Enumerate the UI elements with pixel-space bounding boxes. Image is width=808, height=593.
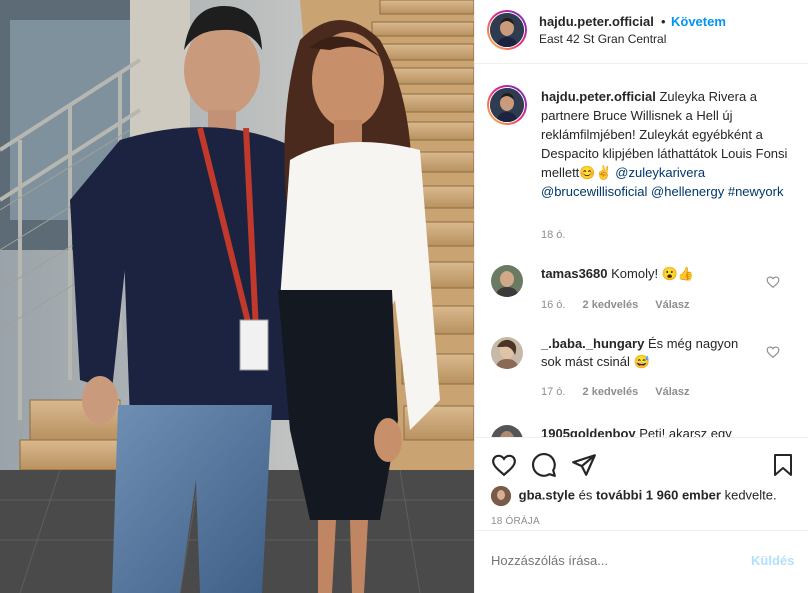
separator-dot: •	[661, 14, 666, 29]
comment-username[interactable]: tamas3680	[541, 266, 608, 281]
comment-likes[interactable]: 2 kedvelés	[583, 386, 639, 398]
header-username[interactable]: hajdu.peter.official	[539, 14, 654, 29]
profile-picture	[491, 486, 511, 506]
comment-likes[interactable]: 2 kedvelés	[583, 299, 639, 311]
post-image	[0, 0, 474, 593]
likes-summary: gba.style és további 1 960 ember kedvelt…	[491, 486, 777, 506]
comments-list[interactable]: hajdu.peter.official Zuleyka Rivera a pa…	[475, 65, 808, 437]
comment-avatar[interactable]	[491, 425, 523, 437]
comment-body: 1905goldenboy Peti! akarsz egy	[541, 425, 755, 437]
profile-picture	[490, 88, 524, 122]
header-avatar[interactable]	[487, 10, 527, 50]
follow-button[interactable]: Követem	[671, 14, 726, 29]
comment-icon[interactable]	[531, 452, 557, 478]
comment-avatar[interactable]	[491, 265, 523, 297]
comment-text: Peti! akarsz egy	[639, 426, 732, 437]
location-link[interactable]: East 42 St Gran Central	[539, 32, 666, 46]
reply-button[interactable]: Válasz	[655, 386, 689, 398]
comment-meta: 16 ó. 2 kedvelés Válasz	[541, 299, 704, 311]
comment-username[interactable]: _.baba._hungary	[541, 336, 644, 351]
comment-body: _.baba._hungary És még nagyon sok mást c…	[541, 335, 755, 371]
post-header: hajdu.peter.official • Követem East 42 S…	[475, 0, 808, 64]
post-comment-button[interactable]: Küldés	[751, 553, 794, 568]
post-timestamp[interactable]: 18 ÓRÁJA	[491, 516, 540, 527]
heart-icon[interactable]	[766, 275, 780, 289]
post-caption: hajdu.peter.official Zuleyka Rivera a pa…	[541, 87, 795, 201]
caption-username[interactable]: hajdu.peter.official	[541, 89, 656, 104]
likes-suffix: kedvelte.	[724, 487, 777, 503]
profile-picture	[491, 337, 523, 369]
hashtag-link[interactable]: #newyork	[728, 184, 784, 199]
profile-picture	[491, 425, 523, 437]
comment-meta: 17 ó. 2 kedvelés Válasz	[541, 386, 704, 398]
profile-picture	[490, 13, 524, 47]
bookmark-icon[interactable]	[771, 452, 795, 478]
add-comment-bar: Küldés	[475, 530, 808, 593]
comment-text: Komoly! 😮👍	[611, 266, 695, 281]
mention-link[interactable]: @brucewillisoficial	[541, 184, 647, 199]
post-actions: gba.style és további 1 960 ember kedvelt…	[475, 437, 808, 593]
comment-time[interactable]: 17 ó.	[541, 386, 565, 398]
liker-username[interactable]: gba.style	[519, 487, 575, 502]
heart-icon[interactable]	[766, 345, 780, 359]
post-side-panel: hajdu.peter.official • Követem East 42 S…	[474, 0, 808, 593]
mention-link[interactable]: @hellenergy	[651, 184, 724, 199]
mention-link[interactable]: @zuleykarivera	[615, 165, 705, 180]
likes-conjunction: és	[578, 487, 593, 503]
post-photo[interactable]	[0, 0, 474, 593]
comment-body: tamas3680 Komoly! 😮👍	[541, 265, 755, 283]
liker-avatar[interactable]	[491, 486, 511, 506]
share-icon[interactable]	[571, 452, 597, 478]
caption-emoji: 😊✌	[579, 165, 612, 180]
heart-icon[interactable]	[491, 452, 517, 478]
likes-count[interactable]: további 1 960 ember	[596, 487, 721, 502]
reply-button[interactable]: Válasz	[655, 299, 689, 311]
caption-timestamp[interactable]: 18 ó.	[541, 229, 565, 241]
comment-avatar[interactable]	[491, 337, 523, 369]
profile-picture	[491, 265, 523, 297]
comment-username[interactable]: 1905goldenboy	[541, 426, 636, 437]
comment-time[interactable]: 16 ó.	[541, 299, 565, 311]
comment-input[interactable]	[491, 553, 731, 568]
caption-avatar[interactable]	[487, 85, 527, 125]
